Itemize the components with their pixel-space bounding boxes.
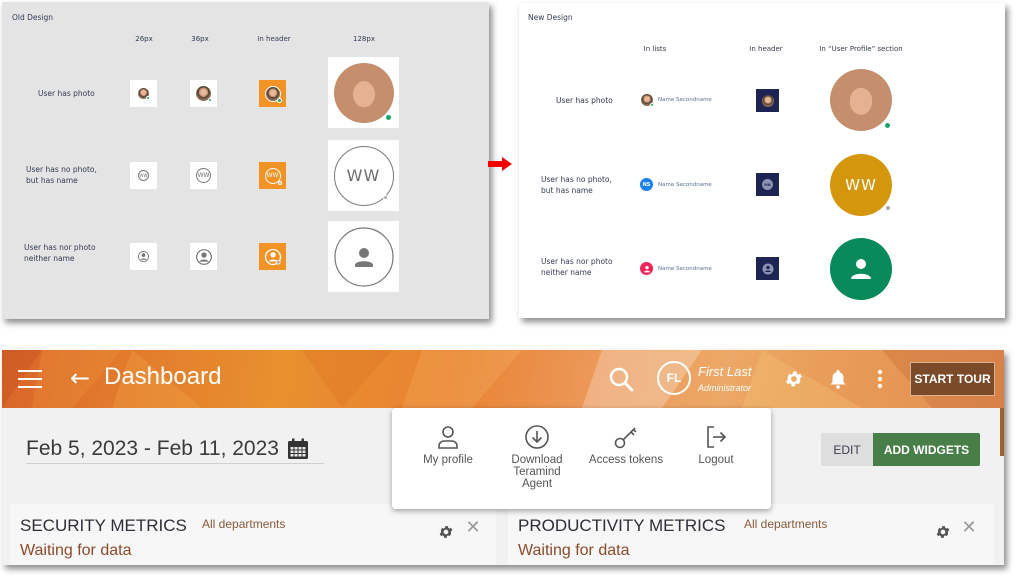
- widget-status: Waiting for data: [518, 542, 630, 559]
- profile-avatar-photo: [830, 69, 892, 131]
- settings-button[interactable]: [782, 367, 806, 391]
- new-design-panel: New Design In lists In header In “User P…: [519, 3, 1005, 318]
- gear-icon[interactable]: [438, 524, 454, 540]
- row-label-no-photo-no-name: User has nor photo neither name: [24, 243, 96, 263]
- user-placeholder-icon: [138, 251, 149, 262]
- start-tour-button[interactable]: START TOUR: [910, 362, 995, 396]
- menu-item-logout[interactable]: Logout: [671, 424, 761, 466]
- download-icon: [525, 425, 549, 449]
- notifications-button[interactable]: [826, 367, 850, 391]
- row-label-has-photo: User has photo: [556, 96, 613, 105]
- department-filter[interactable]: All departments: [744, 517, 827, 531]
- avatar-photo-128px: [328, 57, 399, 128]
- header-avatar-placeholder: [756, 257, 779, 280]
- column-header-36px: 36px: [191, 35, 209, 43]
- row-label-no-photo-has-name: User has no photo, but has name: [26, 165, 97, 185]
- avatar-photo-36px: [190, 80, 217, 107]
- column-header-128px: 128px: [353, 35, 375, 43]
- more-options-button[interactable]: [868, 367, 892, 391]
- menu-item-access-tokens[interactable]: Access tokens: [581, 424, 671, 466]
- back-arrow-icon[interactable]: ←: [70, 364, 90, 392]
- avatar-photo-26px: [130, 80, 157, 107]
- avatar-placeholder-36px: [190, 243, 217, 270]
- widget-title: PRODUCTIVITY METRICS: [518, 516, 726, 535]
- profile-avatar-placeholder: [830, 238, 892, 300]
- user-placeholder-icon: [643, 265, 650, 272]
- row-label-has-photo: User has photo: [38, 89, 95, 98]
- row-label-no-photo-no-name: User has nor photo neither name: [541, 257, 613, 277]
- column-header-in-header: In header: [257, 35, 291, 43]
- menu-item-download-agent[interactable]: Download Teramind Agent: [492, 424, 582, 490]
- list-avatar-placeholder: Name Secondname: [640, 262, 712, 275]
- avatar-initials-128px: WW: [328, 140, 399, 211]
- new-design-title: New Design: [528, 13, 573, 22]
- gear-icon: [786, 371, 802, 387]
- user-placeholder-icon: [851, 259, 871, 279]
- header-avatar-initials: MN: [756, 173, 779, 196]
- user-placeholder-icon: [333, 226, 394, 287]
- close-icon[interactable]: ✕: [465, 519, 481, 537]
- user-icon: [438, 426, 458, 449]
- column-header-in-lists: In lists: [643, 45, 667, 53]
- scrollbar-thumb[interactable]: [1000, 408, 1004, 456]
- security-metrics-widget: SECURITY METRICS All departments Waiting…: [10, 504, 496, 565]
- add-widgets-button[interactable]: ADD WIDGETS: [873, 433, 980, 466]
- user-name: First Last: [698, 363, 752, 379]
- old-design-panel: Old Design 26px 36px In header 128px Use…: [2, 2, 489, 319]
- old-design-title: Old Design: [12, 13, 54, 22]
- close-icon[interactable]: ✕: [961, 519, 977, 537]
- avatar-initials-26px: WW: [130, 162, 157, 189]
- user-menu-toggle[interactable]: FL First Last Administrator: [657, 361, 751, 395]
- logout-icon: [707, 426, 727, 448]
- arrow-right-icon: [488, 157, 512, 171]
- search-icon[interactable]: [608, 366, 634, 392]
- column-header-user-profile: In “User Profile” section: [819, 45, 903, 53]
- row-label-no-photo-has-name: User has no photo, but has name: [541, 175, 612, 195]
- user-avatar: FL: [657, 361, 691, 395]
- date-range-picker[interactable]: Feb 5, 2023 - Feb 11, 2023: [26, 434, 324, 464]
- edit-button[interactable]: EDIT: [821, 433, 873, 466]
- user-placeholder-icon: [264, 248, 281, 265]
- more-vertical-icon: [877, 369, 883, 389]
- user-role: Administrator: [698, 382, 752, 393]
- avatar-placeholder-26px: [130, 243, 157, 270]
- menu-button[interactable]: [18, 370, 42, 388]
- gear-icon[interactable]: [935, 524, 951, 540]
- header-avatar-photo: [756, 89, 779, 112]
- menu-item-my-profile[interactable]: My profile: [403, 424, 493, 466]
- list-avatar-initials: NS Name Secondname: [640, 178, 712, 191]
- calendar-icon[interactable]: [287, 438, 309, 460]
- app-header: ← Dashboard FL First Last Administrator: [2, 350, 1004, 408]
- department-filter[interactable]: All departments: [202, 517, 285, 531]
- avatar-initials-36px: WW: [190, 162, 217, 189]
- page-title: Dashboard: [104, 363, 222, 390]
- user-placeholder-icon: [762, 263, 773, 274]
- list-avatar-photo: Name Secondname: [641, 94, 712, 107]
- widget-title: SECURITY METRICS: [20, 516, 187, 535]
- avatar-initials-header: WW: [259, 162, 286, 189]
- column-header-in-header: In header: [749, 45, 783, 53]
- date-range-value: Feb 5, 2023 - Feb 11, 2023: [26, 436, 279, 460]
- key-icon: [614, 427, 637, 449]
- avatar-photo-header: [259, 80, 286, 107]
- avatar-placeholder-header: [259, 243, 286, 270]
- profile-avatar-initials: WW: [830, 154, 892, 216]
- widget-status: Waiting for data: [20, 542, 132, 559]
- user-dropdown-menu: My profile Download Teramind Agent Acces…: [392, 408, 771, 509]
- bell-icon: [830, 370, 846, 389]
- avatar-placeholder-128px: [328, 221, 399, 292]
- user-placeholder-icon: [195, 248, 212, 265]
- productivity-metrics-widget: PRODUCTIVITY METRICS All departments Wai…: [508, 504, 994, 565]
